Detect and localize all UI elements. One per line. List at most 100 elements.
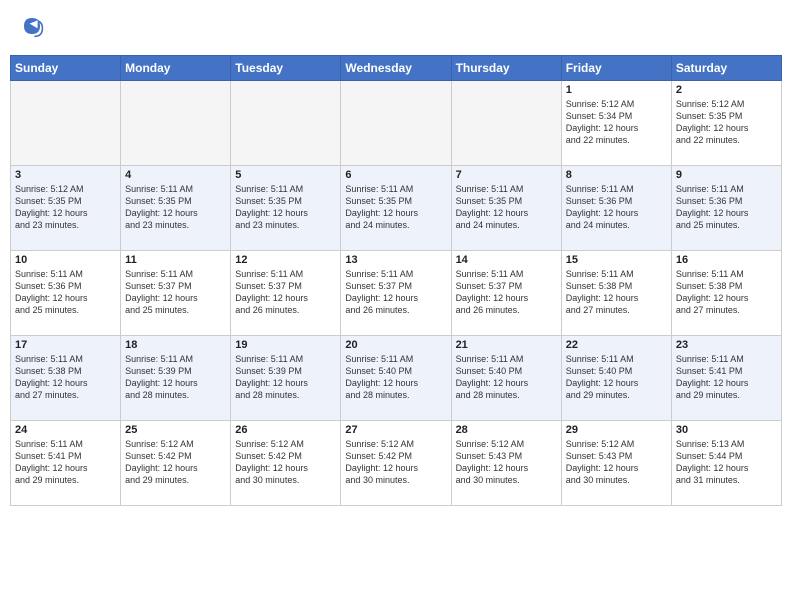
- calendar-cell: 2 Sunrise: 5:12 AMSunset: 5:35 PMDaylight…: [671, 81, 781, 166]
- day-number: 9: [676, 169, 777, 181]
- week-row-2: 3Sunrise: 5:12 AMSunset: 5:35 PMDaylight…: [11, 166, 782, 251]
- calendar-cell: 18 Sunrise: 5:11 AMSunset: 5:39 PMDayligh…: [121, 336, 231, 421]
- day-number: 21: [456, 339, 557, 351]
- calendar-cell: 6 Sunrise: 5:11 AMSunset: 5:35 PMDaylight…: [341, 166, 451, 251]
- calendar-cell: 8 Sunrise: 5:11 AMSunset: 5:36 PMDaylight…: [561, 166, 671, 251]
- calendar-cell: 16 Sunrise: 5:11 AMSunset: 5:38 PMDayligh…: [671, 251, 781, 336]
- calendar-cell: 22Sunrise: 5:11 AMSunset: 5:40 PMDayligh…: [561, 336, 671, 421]
- week-row-1: 1Sunrise: 5:12 AMSunset: 5:34 PMDaylight…: [11, 81, 782, 166]
- day-number: 8: [566, 169, 667, 181]
- day-number: 17: [15, 339, 116, 351]
- calendar-cell: 28Sunrise: 5:12 AMSunset: 5:43 PMDayligh…: [451, 421, 561, 506]
- calendar-cell: 29Sunrise: 5:12 AMSunset: 5:43 PMDayligh…: [561, 421, 671, 506]
- calendar-cell: 12Sunrise: 5:11 AMSunset: 5:37 PMDayligh…: [231, 251, 341, 336]
- calendar-cell: 19Sunrise: 5:11 AMSunset: 5:39 PMDayligh…: [231, 336, 341, 421]
- day-number: 13: [345, 254, 446, 266]
- day-number: 6: [345, 169, 446, 181]
- calendar-cell: [121, 81, 231, 166]
- day-info: Sunrise: 5:13 AMSunset: 5:44 PMDaylight:…: [676, 438, 777, 487]
- day-number: 11: [125, 254, 226, 266]
- calendar-cell: 3Sunrise: 5:12 AMSunset: 5:35 PMDaylight…: [11, 166, 121, 251]
- day-info: Sunrise: 5:11 AMSunset: 5:41 PMDaylight:…: [676, 353, 777, 402]
- weekday-header-monday: Monday: [121, 56, 231, 81]
- day-info: Sunrise: 5:11 AMSunset: 5:35 PMDaylight:…: [125, 183, 226, 232]
- calendar-cell: 15Sunrise: 5:11 AMSunset: 5:38 PMDayligh…: [561, 251, 671, 336]
- calendar-cell: [451, 81, 561, 166]
- day-info: Sunrise: 5:11 AMSunset: 5:36 PMDaylight:…: [566, 183, 667, 232]
- day-info: Sunrise: 5:11 AMSunset: 5:38 PMDaylight:…: [676, 268, 777, 317]
- calendar-cell: 17 Sunrise: 5:11 AMSunset: 5:38 PMDayligh…: [11, 336, 121, 421]
- day-number: 26: [235, 424, 336, 436]
- day-number: 23: [676, 339, 777, 351]
- day-number: 29: [566, 424, 667, 436]
- day-info: Sunrise: 5:11 AMSunset: 5:36 PMDaylight:…: [15, 268, 116, 317]
- day-info: Sunrise: 5:11 AMSunset: 5:35 PMDaylight:…: [345, 183, 446, 232]
- day-info: Sunrise: 5:12 AMSunset: 5:35 PMDaylight:…: [15, 183, 116, 232]
- weekday-header-friday: Friday: [561, 56, 671, 81]
- day-number: 22: [566, 339, 667, 351]
- day-number: 10: [15, 254, 116, 266]
- week-row-3: 10 Sunrise: 5:11 AMSunset: 5:36 PMDayligh…: [11, 251, 782, 336]
- day-number: 7: [456, 169, 557, 181]
- day-info: Sunrise: 5:11 AMSunset: 5:39 PMDaylight:…: [125, 353, 226, 402]
- day-number: 2: [676, 84, 777, 96]
- calendar-cell: 11 Sunrise: 5:11 AMSunset: 5:37 PMDayligh…: [121, 251, 231, 336]
- calendar-cell: [231, 81, 341, 166]
- week-row-5: 24 Sunrise: 5:11 AMSunset: 5:41 PMDayligh…: [11, 421, 782, 506]
- logo: [18, 14, 46, 43]
- day-info: Sunrise: 5:11 AMSunset: 5:36 PMDaylight:…: [676, 183, 777, 232]
- day-number: 24: [15, 424, 116, 436]
- calendar-cell: 30Sunrise: 5:13 AMSunset: 5:44 PMDayligh…: [671, 421, 781, 506]
- calendar-cell: [341, 81, 451, 166]
- calendar-cell: 7 Sunrise: 5:11 AMSunset: 5:35 PMDaylight…: [451, 166, 561, 251]
- calendar-cell: 23 Sunrise: 5:11 AMSunset: 5:41 PMDayligh…: [671, 336, 781, 421]
- page-header: [10, 10, 782, 47]
- weekday-header-thursday: Thursday: [451, 56, 561, 81]
- day-info: Sunrise: 5:11 AMSunset: 5:37 PMDaylight:…: [456, 268, 557, 317]
- calendar-cell: 4 Sunrise: 5:11 AMSunset: 5:35 PMDaylight…: [121, 166, 231, 251]
- day-info: Sunrise: 5:11 AMSunset: 5:39 PMDaylight:…: [235, 353, 336, 402]
- day-number: 18: [125, 339, 226, 351]
- day-info: Sunrise: 5:11 AMSunset: 5:37 PMDaylight:…: [235, 268, 336, 317]
- calendar-cell: 1Sunrise: 5:12 AMSunset: 5:34 PMDaylight…: [561, 81, 671, 166]
- calendar-cell: 5Sunrise: 5:11 AMSunset: 5:35 PMDaylight…: [231, 166, 341, 251]
- calendar-cell: 9 Sunrise: 5:11 AMSunset: 5:36 PMDaylight…: [671, 166, 781, 251]
- day-number: 14: [456, 254, 557, 266]
- logo-icon: [20, 14, 44, 38]
- day-info: Sunrise: 5:12 AMSunset: 5:42 PMDaylight:…: [125, 438, 226, 487]
- day-number: 5: [235, 169, 336, 181]
- day-number: 15: [566, 254, 667, 266]
- day-info: Sunrise: 5:12 AMSunset: 5:35 PMDaylight:…: [676, 98, 777, 147]
- calendar-cell: 10 Sunrise: 5:11 AMSunset: 5:36 PMDayligh…: [11, 251, 121, 336]
- calendar-cell: 24 Sunrise: 5:11 AMSunset: 5:41 PMDayligh…: [11, 421, 121, 506]
- weekday-header-wednesday: Wednesday: [341, 56, 451, 81]
- day-number: 20: [345, 339, 446, 351]
- day-info: Sunrise: 5:11 AMSunset: 5:38 PMDaylight:…: [15, 353, 116, 402]
- day-info: Sunrise: 5:12 AMSunset: 5:34 PMDaylight:…: [566, 98, 667, 147]
- day-number: 28: [456, 424, 557, 436]
- calendar-cell: 14 Sunrise: 5:11 AMSunset: 5:37 PMDayligh…: [451, 251, 561, 336]
- day-info: Sunrise: 5:11 AMSunset: 5:35 PMDaylight:…: [456, 183, 557, 232]
- weekday-header-row: SundayMondayTuesdayWednesdayThursdayFrid…: [11, 56, 782, 81]
- calendar-cell: 20 Sunrise: 5:11 AMSunset: 5:40 PMDayligh…: [341, 336, 451, 421]
- weekday-header-saturday: Saturday: [671, 56, 781, 81]
- calendar-cell: 26 Sunrise: 5:12 AMSunset: 5:42 PMDayligh…: [231, 421, 341, 506]
- day-info: Sunrise: 5:11 AMSunset: 5:40 PMDaylight:…: [345, 353, 446, 402]
- calendar-table: SundayMondayTuesdayWednesdayThursdayFrid…: [10, 55, 782, 506]
- day-info: Sunrise: 5:12 AMSunset: 5:42 PMDaylight:…: [345, 438, 446, 487]
- calendar-cell: [11, 81, 121, 166]
- day-info: Sunrise: 5:11 AMSunset: 5:41 PMDaylight:…: [15, 438, 116, 487]
- weekday-header-tuesday: Tuesday: [231, 56, 341, 81]
- weekday-header-sunday: Sunday: [11, 56, 121, 81]
- day-number: 27: [345, 424, 446, 436]
- calendar-cell: 21 Sunrise: 5:11 AMSunset: 5:40 PMDayligh…: [451, 336, 561, 421]
- day-info: Sunrise: 5:11 AMSunset: 5:40 PMDaylight:…: [456, 353, 557, 402]
- day-number: 4: [125, 169, 226, 181]
- calendar-cell: 13Sunrise: 5:11 AMSunset: 5:37 PMDayligh…: [341, 251, 451, 336]
- day-info: Sunrise: 5:11 AMSunset: 5:37 PMDaylight:…: [125, 268, 226, 317]
- day-info: Sunrise: 5:12 AMSunset: 5:42 PMDaylight:…: [235, 438, 336, 487]
- week-row-4: 17 Sunrise: 5:11 AMSunset: 5:38 PMDayligh…: [11, 336, 782, 421]
- day-number: 16: [676, 254, 777, 266]
- day-number: 25: [125, 424, 226, 436]
- calendar-cell: 27 Sunrise: 5:12 AMSunset: 5:42 PMDayligh…: [341, 421, 451, 506]
